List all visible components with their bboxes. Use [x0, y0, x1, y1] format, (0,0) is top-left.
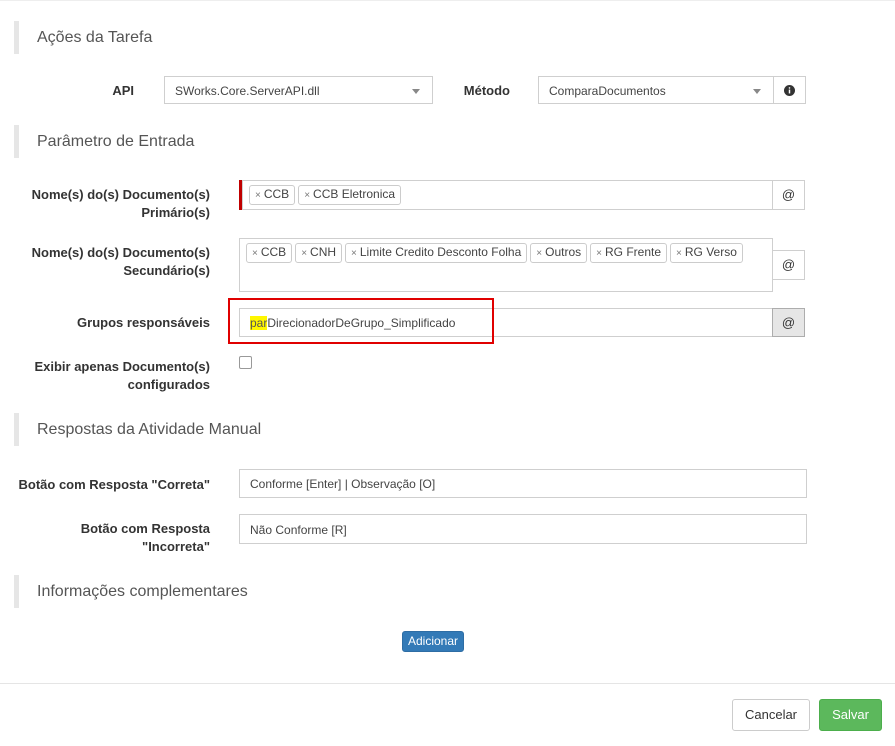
section-informacoes-title: Informações complementares	[37, 582, 248, 600]
close-icon[interactable]: ×	[301, 248, 307, 259]
info-circle-icon	[784, 85, 795, 96]
incorreta-input[interactable]: Não Conforme [R]	[239, 514, 807, 544]
tag-item: × Limite Credito Desconto Folha	[345, 243, 528, 263]
secundarios-tag-input[interactable]: × CCB × CNH × Limite Credito Desconto Folha × O…	[239, 238, 773, 292]
section-respostas-title: Respostas da Atividade Manual	[37, 420, 262, 438]
tag-item: × Outros	[530, 243, 588, 263]
primarios-tag-input[interactable]: × CCB × CCB Eletronica	[242, 180, 773, 210]
tag-label: CCB	[263, 187, 290, 201]
tag-label: CCB Eletronica	[313, 187, 396, 201]
close-icon[interactable]: ×	[304, 190, 310, 201]
chevron-down-icon	[753, 89, 761, 94]
section-parametro-title: Parâmetro de Entrada	[37, 132, 195, 150]
close-icon[interactable]: ×	[596, 248, 602, 259]
metodo-select[interactable]: ComparaDocumentos	[538, 76, 774, 104]
grupos-label: Grupos responsáveis	[77, 315, 210, 330]
api-select-value: SWorks.Core.ServerAPI.dll	[175, 84, 320, 98]
close-icon[interactable]: ×	[676, 248, 682, 259]
correta-input-value: Conforme [Enter] | Observação [O]	[250, 477, 436, 491]
exibir-label: Exibir apenas Documento(s) configurados	[34, 359, 210, 392]
close-icon[interactable]: ×	[351, 248, 357, 259]
tag-label: CNH	[310, 245, 337, 259]
correta-input[interactable]: Conforme [Enter] | Observação [O]	[239, 469, 807, 498]
tag-label: Limite Credito Desconto Folha	[359, 245, 522, 259]
modal-footer-divider	[0, 683, 895, 684]
tag-item: × RG Verso	[670, 243, 743, 263]
exibir-checkbox[interactable]	[239, 356, 252, 369]
tag-item: × CCB	[246, 243, 293, 263]
secundarios-label: Nome(s) do(s) Documento(s) Secundário(s)	[31, 245, 210, 278]
incorreta-label: Botão com Resposta "Incorreta"	[80, 521, 210, 554]
api-label: API	[112, 83, 134, 98]
grupos-variable-button[interactable]: @	[772, 308, 805, 337]
tag-label: Outros	[545, 245, 582, 259]
metodo-info-button[interactable]	[773, 76, 806, 104]
at-sign-icon: @	[781, 257, 796, 272]
highlight-annotation-box	[228, 298, 494, 344]
close-icon[interactable]: ×	[255, 190, 261, 201]
chevron-down-icon	[412, 89, 420, 94]
section-acoes-title: Ações da Tarefa	[37, 28, 153, 46]
metodo-label: Método	[463, 83, 510, 98]
primarios-variable-button[interactable]: @	[772, 180, 805, 210]
tag-item: × CNH	[295, 243, 343, 263]
tag-item: × CCB	[249, 185, 296, 205]
primarios-tag-list: × CCB × CCB Eletronica	[249, 185, 766, 208]
at-sign-icon: @	[781, 187, 796, 202]
secundarios-variable-button[interactable]: @	[772, 250, 805, 280]
adicionar-button[interactable]: Adicionar	[402, 631, 464, 652]
primarios-label: Nome(s) do(s) Documento(s) Primário(s)	[31, 187, 210, 220]
section-acoes: Ações da Tarefa	[14, 21, 889, 54]
tag-label: CCB	[260, 245, 287, 259]
tag-item: × RG Frente	[590, 243, 668, 263]
top-divider	[0, 0, 895, 1]
section-informacoes: Informações complementares	[14, 575, 889, 608]
tag-label: RG Frente	[605, 245, 662, 259]
close-icon[interactable]: ×	[252, 248, 258, 259]
at-sign-icon: @	[781, 315, 796, 330]
close-icon[interactable]: ×	[536, 248, 542, 259]
api-select[interactable]: SWorks.Core.ServerAPI.dll	[164, 76, 433, 104]
secundarios-tag-list: × CCB × CNH × Limite Credito Desconto Folha × O…	[246, 243, 766, 266]
save-button[interactable]: Salvar	[819, 699, 882, 731]
metodo-select-value: ComparaDocumentos	[549, 84, 666, 98]
cancel-button[interactable]: Cancelar	[732, 699, 810, 731]
section-respostas: Respostas da Atividade Manual	[14, 413, 889, 446]
correta-label: Botão com Resposta "Correta"	[18, 477, 210, 492]
tag-item: × CCB Eletronica	[298, 185, 402, 205]
incorreta-input-value: Não Conforme [R]	[250, 523, 347, 537]
section-parametro: Parâmetro de Entrada	[14, 125, 889, 158]
tag-label: RG Verso	[684, 245, 737, 259]
